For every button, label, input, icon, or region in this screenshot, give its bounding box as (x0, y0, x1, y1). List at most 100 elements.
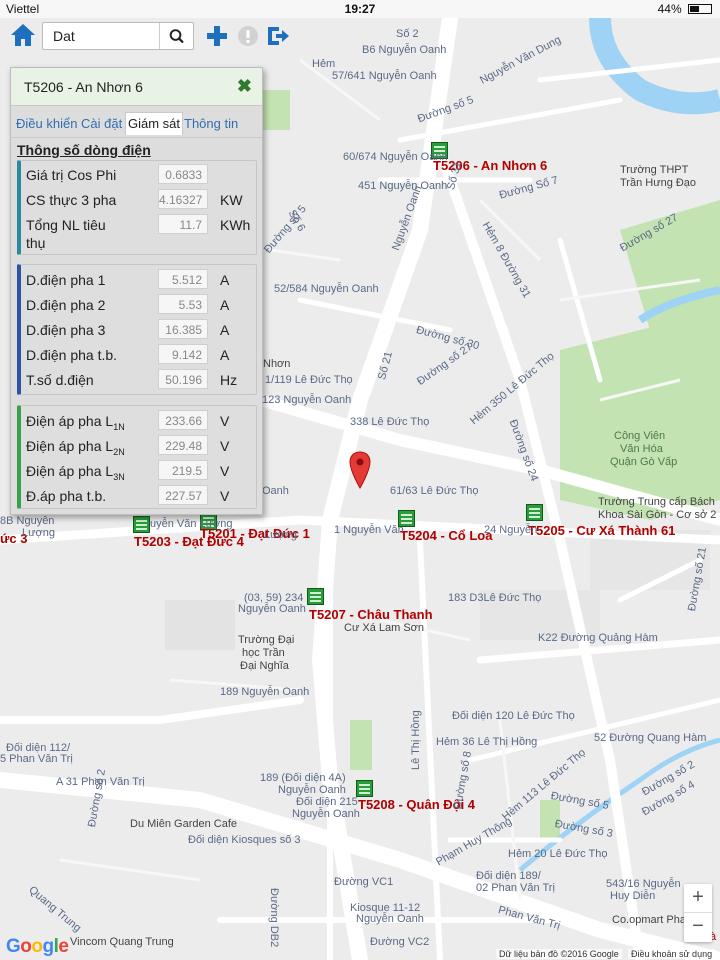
street-label: Nguyễn Oanh (278, 784, 346, 796)
metric-unit: V (220, 413, 230, 429)
map-attribution: Dữ liệu bản đồ ©2016 Google (496, 949, 622, 959)
street-label: 123 Nguyễn Oanh (262, 394, 352, 406)
metric-value: 4.16327 (158, 189, 208, 209)
metric-value: 227.57 (158, 485, 208, 505)
park-label: Văn Hóa (620, 443, 663, 455)
street-label: Nguyễn Oanh (292, 808, 360, 820)
metric-row: Giá trị Cos Phi 0.6833 (26, 164, 254, 186)
battery-status: 44% (658, 2, 712, 16)
metric-row: D.điện pha 2 5.53 A (26, 294, 254, 316)
street-label: Lượng (264, 529, 297, 541)
metric-unit: A (220, 347, 230, 363)
battery-percent: 44% (657, 2, 682, 16)
tab-dieu-khien[interactable]: Điều khiển (16, 116, 77, 131)
metric-value: 233.66 (158, 410, 208, 430)
search-input[interactable] (43, 23, 153, 49)
tab-thong-tin[interactable]: Thông tin (184, 116, 238, 131)
poi-label: học Trần (242, 647, 285, 659)
metric-label: D.điện pha 1 (26, 272, 106, 288)
search-box (42, 22, 194, 50)
street-label: uyễn Văn Lượng (150, 518, 233, 530)
panel-header: T5206 - An Nhơn 6 ✖ (11, 68, 262, 106)
add-icon[interactable] (204, 22, 230, 50)
zoom-out-button[interactable]: − (684, 913, 712, 942)
street-label: 57/641 Nguyễn Oanh (332, 70, 437, 82)
station-marker-t5208[interactable] (356, 780, 373, 797)
metric-row: D.điện pha 1 5.512 A (26, 269, 254, 291)
metric-row: Điện áp pha L2N 229.48 V (26, 435, 254, 457)
metric-unit: KW (220, 192, 243, 208)
metric-unit: A (220, 272, 230, 288)
section-title: Thông số dòng điện (17, 142, 151, 158)
metric-value: 0.6833 (158, 164, 208, 184)
street-label: Đối diện 215 (296, 796, 358, 808)
street-label: Hẻm (312, 58, 336, 70)
terms-link[interactable]: Điều khoản sử dụng (628, 949, 716, 959)
tab-cai-dat[interactable]: Cài đặt (81, 116, 122, 131)
station-marker-t5207[interactable] (307, 588, 324, 605)
street-label: 338 Lê Đức Thọ (350, 416, 430, 428)
street-label: 52/584 Nguyễn Oanh (274, 283, 379, 295)
street-label: Lê Thị Hồng (410, 710, 422, 770)
street-label: 60/674 Nguyễn Oanh (343, 151, 448, 163)
metric-row: CS thực 3 pha 4.16327 KW (26, 189, 254, 211)
street-label: Đối diện 120 Lê Đức Thọ (452, 710, 575, 722)
park-label: Công Viên (614, 430, 666, 442)
search-icon[interactable] (159, 23, 193, 49)
close-icon[interactable]: ✖ (237, 76, 252, 96)
street-label: Đường VC1 (334, 876, 394, 888)
tab-giam-sat[interactable]: Giám sát (125, 112, 184, 135)
street-label: K22 Đường Quảng Hàm (538, 632, 658, 644)
street-label: Nguyễn Oanh (238, 603, 306, 615)
poi-label: Trần Hưng Đạo (620, 177, 697, 189)
metric-unit: A (220, 297, 230, 313)
poi-label: Trường Đại (238, 634, 295, 646)
panel-title: T5206 - An Nhơn 6 (24, 79, 143, 95)
metric-value: 9.142 (158, 344, 208, 364)
zoom-control: + − (684, 884, 712, 942)
metric-unit: Hz (220, 372, 238, 388)
battery-icon (688, 4, 712, 14)
voltage-group: Điện áp pha L1N 233.66 V Điện áp pha L2N… (17, 405, 257, 509)
metric-row: Tổng NL tiêu thụ 11.7 KWh (26, 214, 254, 252)
logout-icon[interactable] (265, 22, 291, 50)
top-toolbar (0, 18, 300, 54)
metric-value: 16.385 (158, 319, 208, 339)
station-label[interactable]: T5207 - Châu Thanh (309, 607, 433, 622)
street-label: Đường VC2 (370, 936, 430, 948)
poi-label: Du Miên Garden Cafe (130, 818, 237, 830)
metric-label: CS thực 3 pha (26, 192, 117, 208)
metric-value: 50.196 (158, 369, 208, 389)
metric-label: Điện áp pha L3N (26, 463, 125, 482)
station-marker-t5203[interactable] (133, 516, 150, 533)
metric-unit: KWh (220, 217, 251, 233)
park-label: Quận Gò Vấp (610, 456, 678, 468)
street-label: 189 (Đối diện 4A) (260, 772, 346, 784)
street-label: 183 D3Lê Đức Thọ (448, 592, 542, 604)
metric-unit: V (220, 438, 230, 454)
metric-label: Giá trị Cos Phi (26, 167, 117, 183)
street-label: 189 Nguyễn Oanh (220, 686, 310, 698)
street-label: Hẻm 20 Lê Đức Thọ (508, 848, 608, 860)
google-logo: Google (6, 936, 69, 957)
current-group: D.điện pha 1 5.512 A D.điện pha 2 5.53 A… (17, 264, 257, 395)
map-pin-icon[interactable] (349, 451, 371, 489)
station-marker-t5205[interactable] (526, 504, 543, 521)
station-label[interactable]: T5204 - Cổ Loa (400, 528, 492, 543)
metric-label: D.điện pha 3 (26, 322, 106, 338)
street-label: 02 Phan Văn Trị (476, 882, 555, 894)
metric-row: Điện áp pha L1N 233.66 V (26, 410, 254, 432)
street-label: 1 Nguyễn Văn (334, 524, 404, 536)
street-label: Hẻm 36 Lê Thị Hồng (436, 736, 538, 748)
station-label[interactable]: T5205 - Cư Xá Thành 61 (528, 523, 675, 538)
alert-icon[interactable] (235, 22, 261, 50)
poi-label: Nhơn (263, 358, 291, 370)
clock: 19:27 (344, 2, 376, 16)
metric-value: 5.53 (158, 294, 208, 314)
station-info-panel: T5206 - An Nhơn 6 ✖ Điều khiển Cài đặt G… (10, 67, 263, 515)
zoom-in-button[interactable]: + (684, 884, 712, 913)
metric-row: D.điện pha t.b. 9.142 A (26, 344, 254, 366)
metric-value: 5.512 (158, 269, 208, 289)
home-icon[interactable] (9, 21, 37, 49)
street-label: 451 Nguyễn Oanh (358, 180, 448, 192)
